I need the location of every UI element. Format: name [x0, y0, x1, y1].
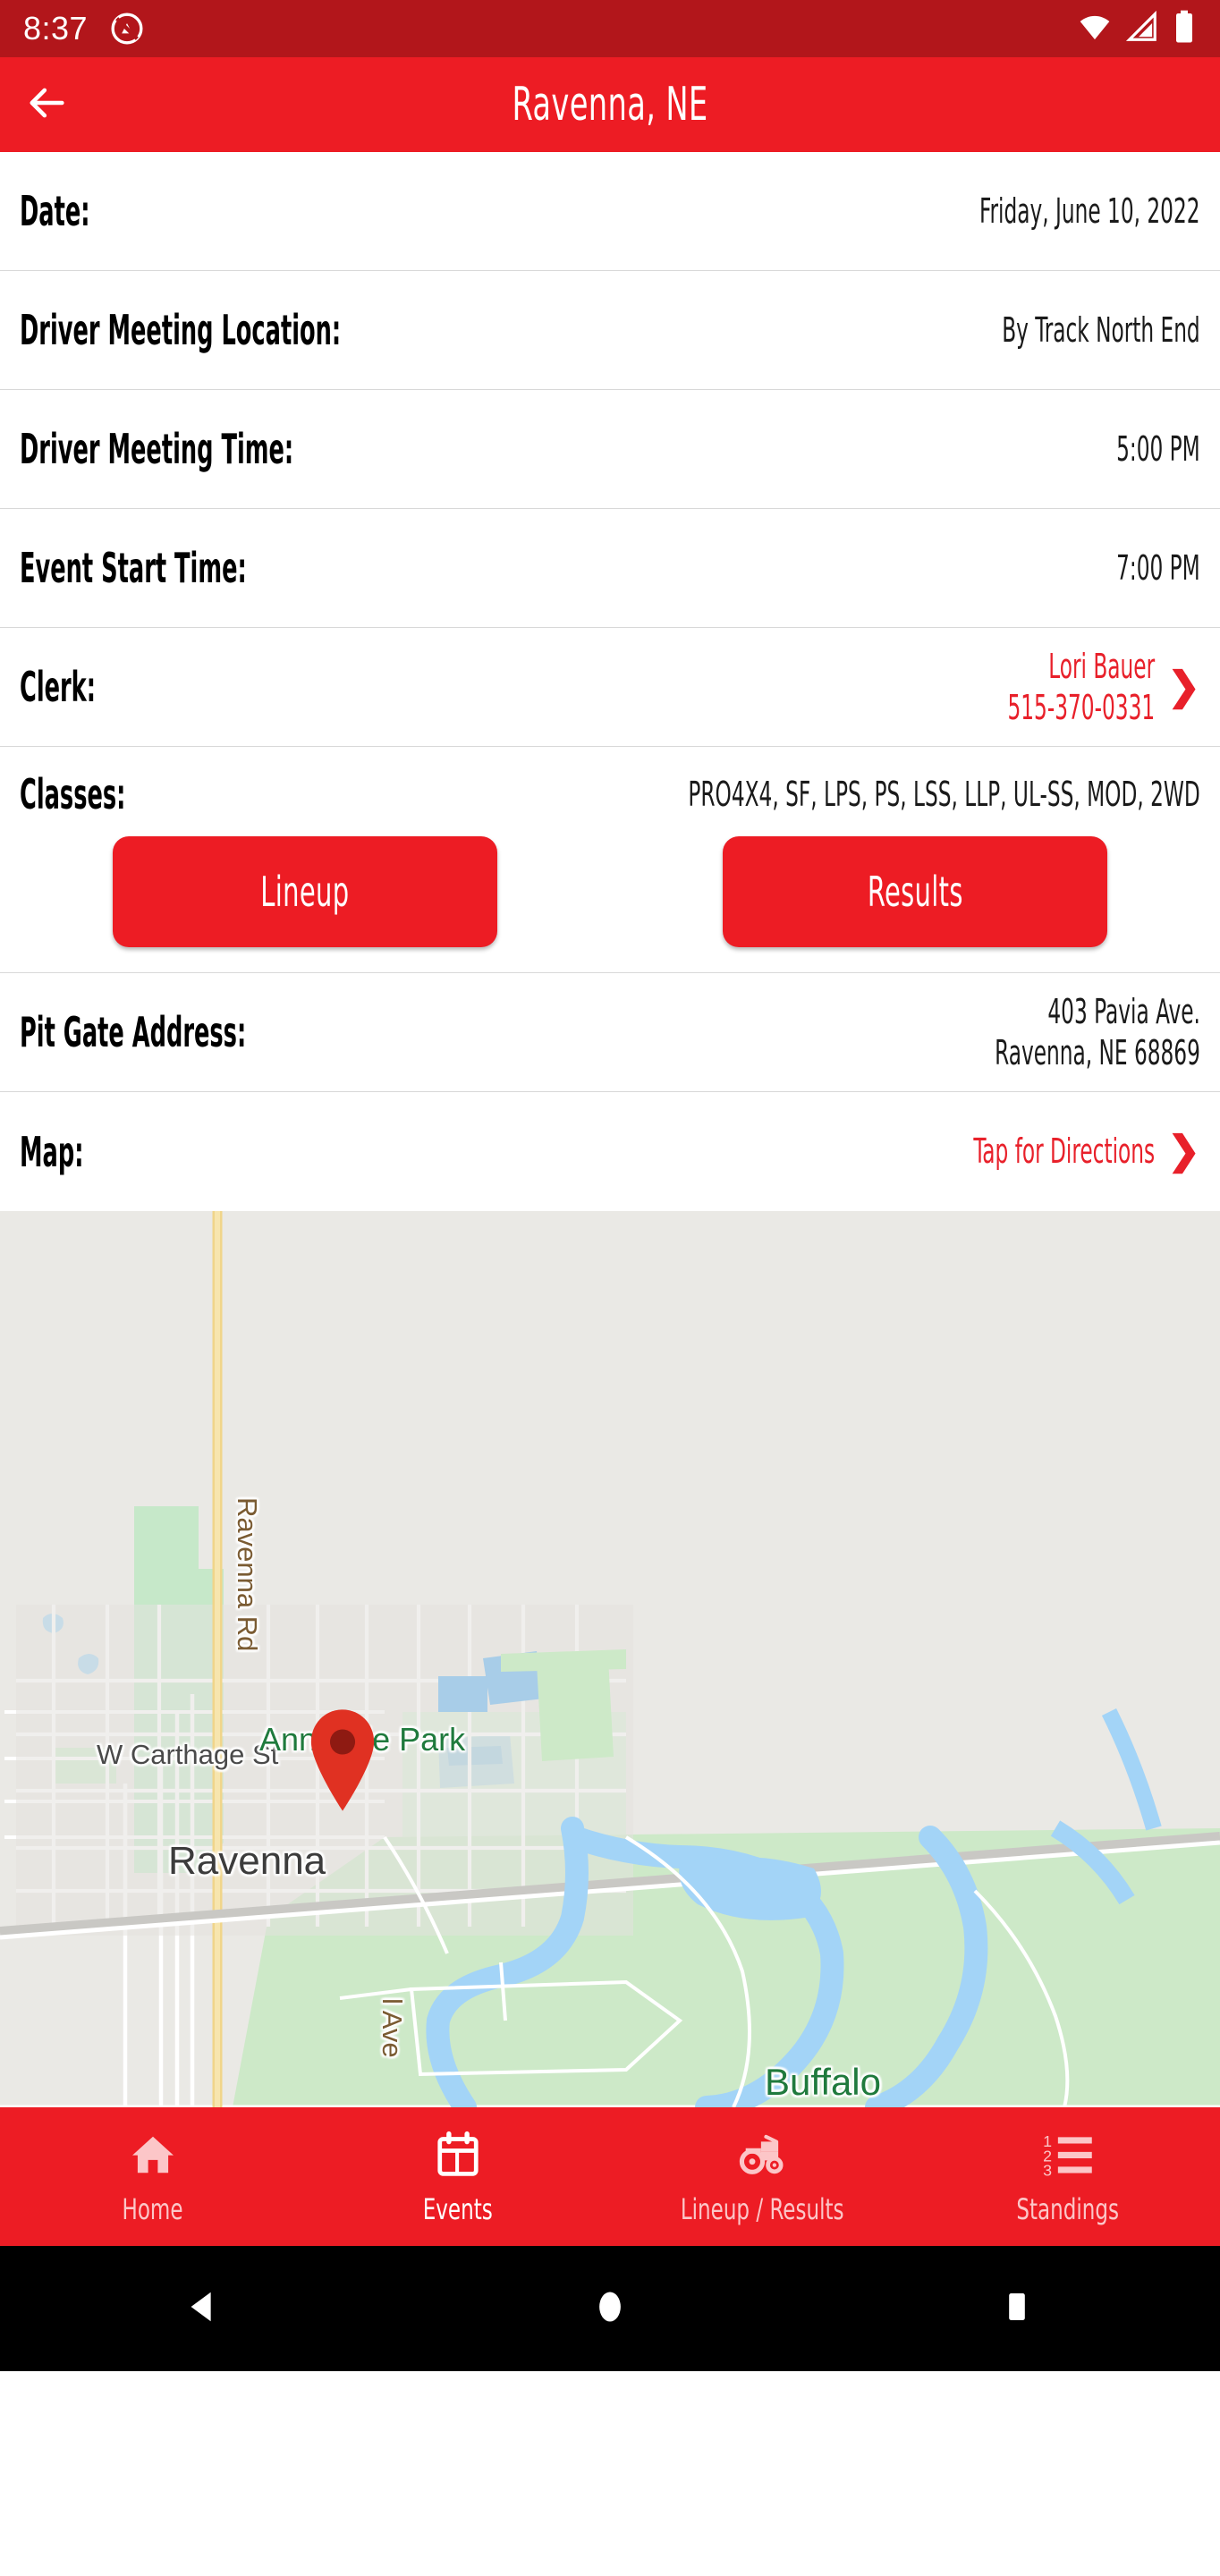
- back-button[interactable]: [0, 57, 93, 152]
- nav-label: Events: [422, 2191, 493, 2226]
- android-back-icon: [182, 2286, 224, 2332]
- tap-for-directions-link: Tap for Directions: [973, 1131, 1156, 1172]
- arrow-back-icon: [23, 80, 70, 131]
- home-icon: [129, 2128, 177, 2182]
- map-canvas: [0, 1211, 1220, 2107]
- detail-row-driver-meeting-time: Driver Meeting Time: 5:00 PM: [0, 390, 1220, 509]
- pit-gate-line2: Ravenna, NE 68869: [995, 1033, 1200, 1072]
- nav-item-lineup-results[interactable]: Lineup / Results: [610, 2107, 915, 2246]
- status-bar: 8:37: [0, 0, 1220, 57]
- clerk-row[interactable]: Clerk: Lori Bauer 515-370-0331 ❯: [0, 628, 1220, 747]
- bottom-navigation: Home Events Lineup / Results 1 2 3 Stand…: [0, 2107, 1220, 2246]
- classes-value: PRO4X4, SF, LPS, PS, LSS, LLP, UL-SS, MO…: [688, 774, 1200, 814]
- detail-value: 5:00 PM: [1116, 428, 1200, 469]
- detail-label: Driver Meeting Time:: [20, 425, 294, 473]
- wifi-icon: [1077, 9, 1113, 49]
- clerk-phone: 515-370-0331: [1007, 688, 1156, 727]
- clerk-name: Lori Bauer: [1048, 646, 1156, 686]
- map-label: Map:: [20, 1127, 84, 1176]
- detail-label: Date:: [20, 187, 90, 235]
- map-preview[interactable]: Ravenna Rd W Carthage St Ravenna Annevil…: [0, 1211, 1220, 2107]
- svg-text:3: 3: [1043, 2161, 1052, 2178]
- detail-row-driver-meeting-location: Driver Meeting Location: By Track North …: [0, 271, 1220, 390]
- detail-row-event-start-time: Event Start Time: 7:00 PM: [0, 509, 1220, 628]
- ranked-list-icon: 1 2 3: [1042, 2128, 1094, 2182]
- page-title: Ravenna, NE: [512, 78, 708, 131]
- classes-label: Classes:: [20, 770, 126, 818]
- chevron-right-icon: ❯: [1167, 1129, 1200, 1174]
- pit-gate-address-row: Pit Gate Address: 403 Pavia Ave. Ravenna…: [0, 973, 1220, 1092]
- classes-section: Classes: PRO4X4, SF, LPS, PS, LSS, LLP, …: [0, 747, 1220, 973]
- lineup-button-label: Lineup: [260, 868, 350, 916]
- detail-value: By Track North End: [1002, 309, 1200, 350]
- detail-row-date: Date: Friday, June 10, 2022: [0, 152, 1220, 271]
- status-bar-clock: 8:37: [23, 10, 89, 47]
- android-recents-icon: [996, 2286, 1038, 2332]
- results-button-label: Results: [867, 868, 963, 916]
- clerk-label: Clerk:: [20, 663, 97, 711]
- battery-icon: [1172, 9, 1197, 49]
- android-home-icon: [589, 2286, 631, 2332]
- classes-row: Classes: PRO4X4, SF, LPS, PS, LSS, LLP, …: [0, 747, 1220, 822]
- android-home-button[interactable]: [407, 2286, 814, 2332]
- pit-gate-label: Pit Gate Address:: [20, 1008, 247, 1056]
- system-navigation-bar: [0, 2246, 1220, 2371]
- action-buttons: Lineup Results: [0, 822, 1220, 972]
- nav-label: Lineup / Results: [681, 2191, 844, 2226]
- nav-item-events[interactable]: Events: [305, 2107, 610, 2246]
- lineup-button[interactable]: Lineup: [113, 836, 497, 947]
- calendar-icon: [434, 2128, 482, 2182]
- nav-item-standings[interactable]: 1 2 3 Standings: [915, 2107, 1220, 2246]
- app-screen: 8:37 Ravenna, NE Date: Friday, June 10, …: [0, 0, 1220, 2576]
- android-back-button[interactable]: [0, 2286, 407, 2332]
- tractor-icon: [736, 2128, 790, 2182]
- detail-value: 7:00 PM: [1116, 547, 1200, 588]
- pit-gate-line1: 403 Pavia Ave.: [1047, 991, 1200, 1031]
- event-details: Date: Friday, June 10, 2022 Driver Meeti…: [0, 152, 1220, 1211]
- detail-label: Event Start Time:: [20, 544, 247, 592]
- status-bar-indicators: [1077, 9, 1197, 49]
- chevron-right-icon: ❯: [1167, 665, 1200, 708]
- android-recents-button[interactable]: [813, 2286, 1220, 2332]
- nav-item-home[interactable]: Home: [0, 2107, 305, 2246]
- dnd-icon: [109, 11, 145, 47]
- app-bar: Ravenna, NE: [0, 57, 1220, 152]
- detail-label: Driver Meeting Location:: [20, 306, 342, 354]
- results-button[interactable]: Results: [723, 836, 1107, 947]
- cell-signal-icon: [1125, 10, 1159, 48]
- nav-label: Home: [122, 2191, 183, 2226]
- map-row[interactable]: Map: Tap for Directions ❯: [0, 1092, 1220, 1211]
- detail-value: Friday, June 10, 2022: [979, 191, 1200, 231]
- nav-label: Standings: [1016, 2191, 1119, 2226]
